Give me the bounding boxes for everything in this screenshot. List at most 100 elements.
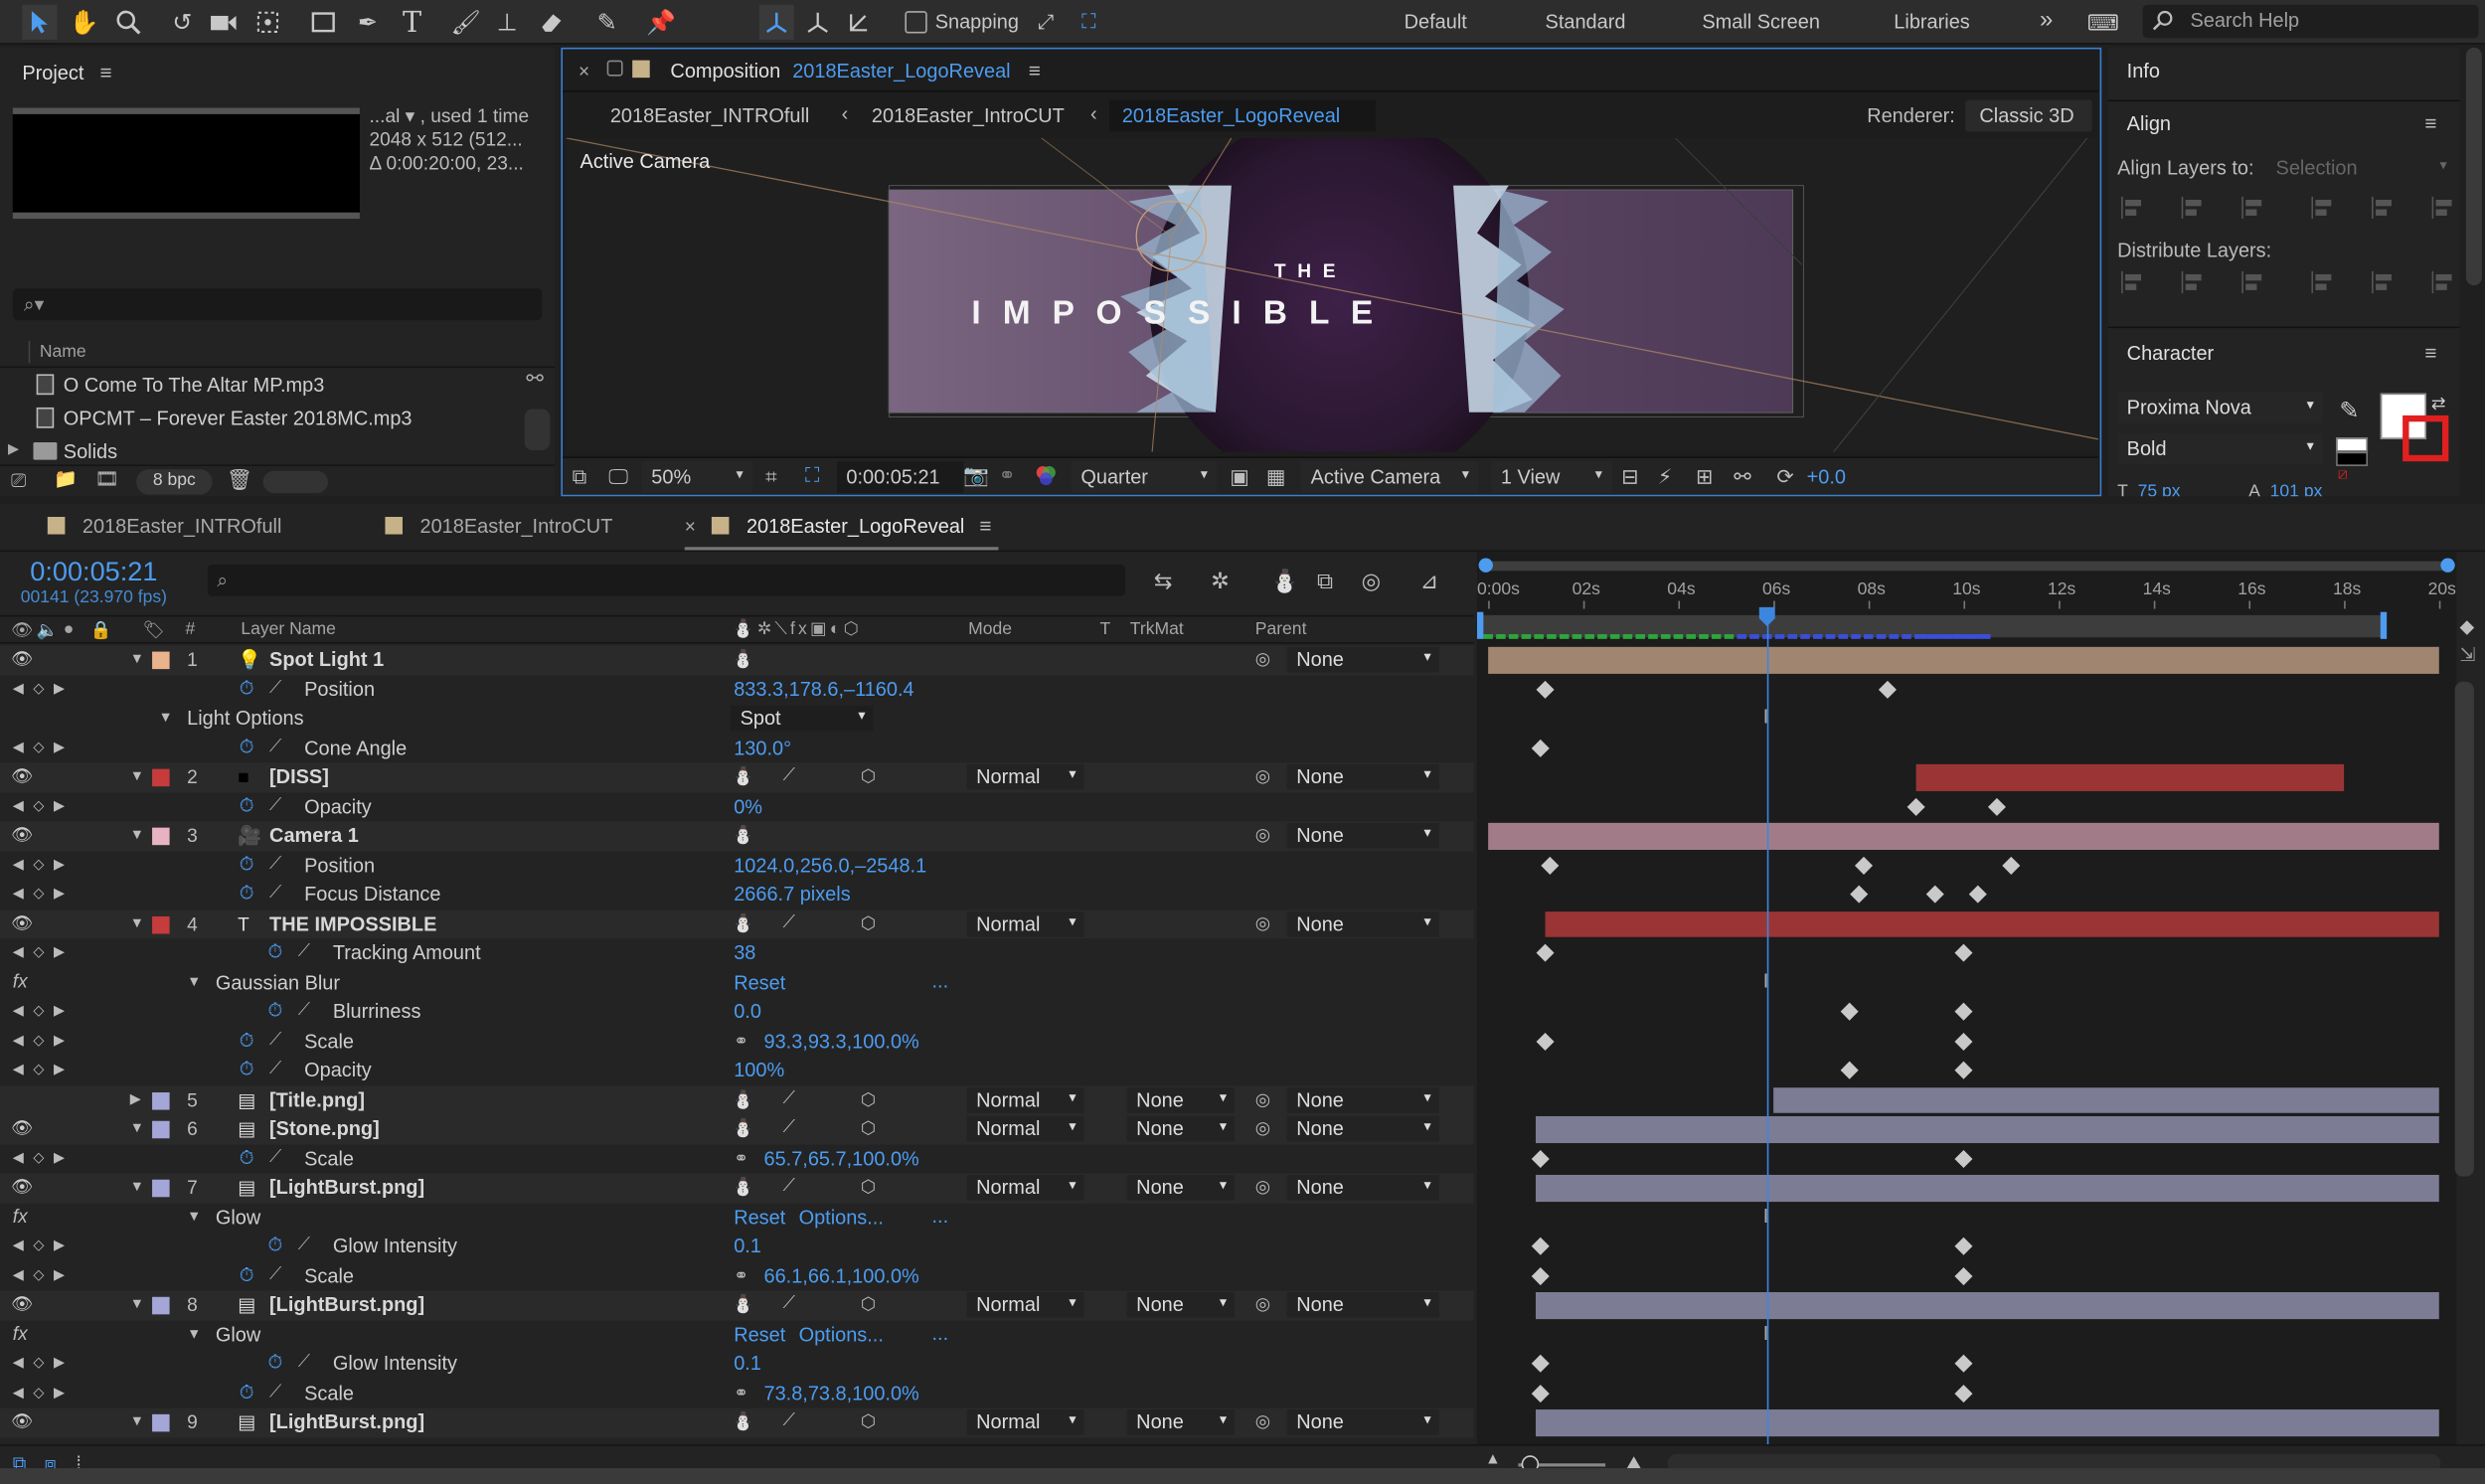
tab-introcut[interactable]: 2018Easter_IntroCUT — [420, 515, 613, 537]
keyframe-navigator[interactable]: ◀◇▶ — [13, 797, 75, 815]
sync-settings-icon[interactable]: ⌨ — [2085, 5, 2120, 40]
renderer-button[interactable]: Classic 3D — [1965, 99, 2092, 132]
effect-fx-icon[interactable]: fx — [13, 1204, 28, 1226]
stopwatch-icon[interactable]: ⏱ — [267, 1351, 282, 1375]
keyframe-marker[interactable] — [1968, 885, 1987, 904]
3d-layer-switch-icon[interactable]: ⬡ — [861, 912, 876, 933]
layer-row[interactable]: ▶ 5 ▤ [Title.png] ⛄ ⟋ ⬡ Normal ▾ None ▾ ◎ None ▾ — [0, 1084, 1474, 1115]
layer-color-label[interactable] — [152, 768, 170, 787]
trash-icon[interactable]: 🗑 — [227, 468, 252, 494]
light-type-dropdown[interactable]: Spot ▾ — [731, 705, 874, 732]
property-row[interactable]: ◀◇▶ ⏱ ⟋ Opacity 100% — [0, 1056, 1474, 1085]
local-axis-mode-icon[interactable] — [758, 4, 794, 40]
snapping-checkbox[interactable] — [905, 11, 927, 34]
workspace-overflow-button[interactable]: » — [2040, 6, 2053, 33]
parent-dropdown[interactable]: None ▾ — [1286, 1115, 1439, 1142]
breadcrumb-introfull[interactable]: 2018Easter_INTROfull — [610, 104, 810, 126]
property-row[interactable]: ◀◇▶ ⏱ ⟋ Opacity 0% — [0, 792, 1474, 822]
3d-layer-switch-icon[interactable]: ⬡ — [861, 765, 876, 786]
layer-duration-bar[interactable] — [1535, 1174, 2439, 1202]
align-button-icon[interactable] — [2120, 196, 2146, 220]
layer-row[interactable]: 👁 ▼ 6 ▤ [Stone.png] ⛄ ⟋ ⬡ Normal ▾ None ▾ ◎ None ▾ — [0, 1114, 1474, 1144]
font-style-dropdown[interactable]: Bold ▾ — [2117, 432, 2324, 465]
3d-layer-switch-icon[interactable]: ⬡ — [861, 1088, 876, 1109]
layer-color-label[interactable] — [152, 651, 170, 670]
keyframe-navigator[interactable]: ◀◇▶ — [13, 1266, 75, 1284]
parent-dropdown[interactable]: None ▾ — [1286, 1174, 1439, 1201]
align-button-icon[interactable] — [2431, 196, 2457, 220]
keyframe-marker[interactable] — [1531, 1266, 1550, 1285]
current-time-display[interactable]: 0:00:05:21 — [836, 461, 964, 494]
shy-switch-icon[interactable]: ⛄ — [733, 1088, 754, 1109]
property-row[interactable]: fx ▼ Glow Reset Options...... — [0, 1203, 1474, 1233]
parent-pickwhip-icon[interactable]: ◎ — [1255, 912, 1270, 933]
font-size-value[interactable]: 75 px — [2138, 482, 2181, 496]
timeline-menu-icon[interactable]: ≡ — [979, 514, 991, 538]
track-row[interactable] — [1477, 1027, 2456, 1057]
layer-name[interactable]: [Stone.png] — [269, 1118, 380, 1140]
property-value[interactable]: 0.1 — [734, 1353, 761, 1375]
view-layout-dropdown[interactable]: 1 View ▾ — [1491, 461, 1612, 494]
track-row[interactable] — [1477, 909, 2456, 939]
eye-icon[interactable]: 👁 — [11, 1118, 33, 1138]
keyframe-marker[interactable] — [1850, 885, 1869, 904]
trkmat-dropdown[interactable]: None ▾ — [1126, 1086, 1236, 1112]
property-row[interactable]: ◀◇▶ ⏱ ⟋ Scale ⚭ 73.8,73.8,100.0% — [0, 1379, 1474, 1408]
shy-switch-icon[interactable]: ⛄ — [733, 824, 754, 845]
expand-arrow-icon[interactable]: ▼ — [130, 914, 144, 930]
blend-mode-dropdown[interactable]: Normal ▾ — [966, 910, 1084, 936]
parent-pickwhip-icon[interactable]: ◎ — [1255, 1411, 1270, 1431]
shy-switch-icon[interactable]: ⛄ — [733, 912, 754, 933]
layer-row[interactable]: 👁 ▼ 3 🎥 Camera 1 ⛄ ◎ None ▾ — [0, 821, 1474, 851]
layer-color-label[interactable] — [152, 1091, 170, 1109]
time-navigator[interactable] — [1480, 561, 2452, 572]
keyframe-navigator[interactable]: ◀◇▶ — [13, 885, 75, 903]
layer-row[interactable]: 👁 ▼ 2 ■ [DISS] ⛄ ⟋ ⬡ Normal ▾ ◎ None ▾ — [0, 762, 1474, 792]
swap-colors-icon[interactable]: ⇄ — [2431, 394, 2446, 413]
layer-duration-bar[interactable] — [1535, 1115, 2439, 1143]
roto-brush-tool-icon[interactable]: ✎ — [589, 5, 624, 40]
stopwatch-icon[interactable]: ⏱ — [267, 1234, 282, 1257]
eye-icon[interactable]: 👁 — [11, 1177, 33, 1197]
layer-name-column-header[interactable]: Layer Name — [241, 620, 336, 639]
property-value[interactable]: 93.3,93.3,100.0% — [764, 1030, 919, 1052]
keyframe-marker[interactable] — [1954, 1354, 1973, 1373]
resolution-dropdown[interactable]: Quarter ▾ — [1071, 461, 1218, 494]
distribute-button-icon[interactable] — [2240, 270, 2266, 294]
layer-duration-bar[interactable] — [1545, 910, 2439, 937]
rectangle-tool-icon[interactable] — [306, 5, 341, 40]
quality-switch-icon[interactable]: ⟋ — [783, 765, 795, 786]
puppet-pin-tool-icon[interactable]: 📌 — [643, 5, 678, 40]
property-row[interactable]: fx ▼ Glow Reset Options...... — [0, 1320, 1474, 1350]
align-button-icon[interactable] — [2240, 196, 2266, 220]
property-row[interactable]: ◀◇▶ ⏱ ⟋ Tracking Amount 38 — [0, 938, 1474, 968]
expand-arrow-icon[interactable]: ▼ — [187, 1208, 201, 1224]
keyframe-navigator[interactable]: ◀◇▶ — [13, 680, 75, 698]
3d-layer-switch-icon[interactable]: ⬡ — [861, 1294, 876, 1314]
3d-layer-switch-icon[interactable]: ⬡ — [861, 1118, 876, 1138]
layer-name[interactable]: [LightBurst.png] — [269, 1177, 424, 1199]
white-swatch[interactable] — [2336, 437, 2369, 452]
property-row[interactable]: ◀◇▶ ⏱ ⟋ Position 833.3,178.6,–1160.4 — [0, 675, 1474, 705]
track-row[interactable] — [1477, 997, 2456, 1027]
property-row[interactable]: ◀◇▶ ⏱ ⟋ Position 1024.0,256.0,–2548.1 — [0, 851, 1474, 881]
character-panel-title[interactable]: Character — [2127, 343, 2215, 365]
blend-mode-dropdown[interactable]: Normal ▾ — [966, 1174, 1084, 1201]
project-scrollbar[interactable] — [524, 409, 551, 451]
parent-dropdown[interactable]: None ▾ — [1286, 646, 1439, 673]
track-row[interactable] — [1477, 1085, 2456, 1115]
keyframe-marker[interactable] — [1954, 1002, 1973, 1021]
eye-icon[interactable]: 👁 — [11, 765, 33, 786]
property-row[interactable]: ◀◇▶ ⏱ ⟋ Scale ⚭ 66.1,66.1,100.0% — [0, 1261, 1474, 1291]
property-row[interactable]: ◀◇▶ ⏱ ⟋ Scale ⚭ 93.3,93.3,100.0% — [0, 1027, 1474, 1057]
keyframe-marker[interactable] — [1925, 885, 1944, 904]
keyframe-navigator[interactable]: ◀◇▶ — [13, 1032, 75, 1050]
black-swatch[interactable] — [2336, 451, 2369, 466]
breadcrumb-logoreveal[interactable]: 2018Easter_LogoReveal — [1109, 99, 1376, 132]
property-value[interactable]: 130.0° — [734, 737, 791, 758]
parent-dropdown[interactable]: None ▾ — [1286, 822, 1439, 849]
shy-switch-icon[interactable]: ⛄ — [733, 1177, 754, 1197]
switches-column-icons[interactable]: ⛄✲⟍fx▣◐⬡ — [733, 618, 862, 640]
effect-more-link[interactable]: ... — [932, 1322, 949, 1344]
tab-logoreveal[interactable]: 2018Easter_LogoReveal — [746, 515, 964, 537]
